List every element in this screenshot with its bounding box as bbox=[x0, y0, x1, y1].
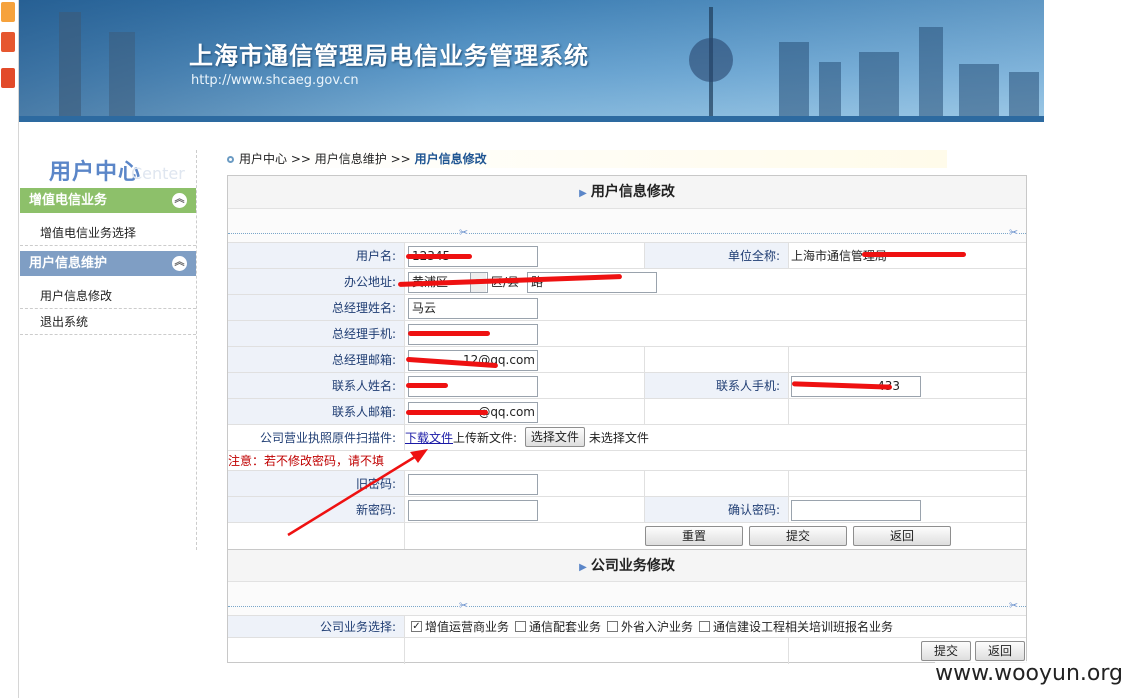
annotation-arrow bbox=[287, 449, 428, 537]
watermark: www.wooyun.org bbox=[935, 661, 1123, 686]
